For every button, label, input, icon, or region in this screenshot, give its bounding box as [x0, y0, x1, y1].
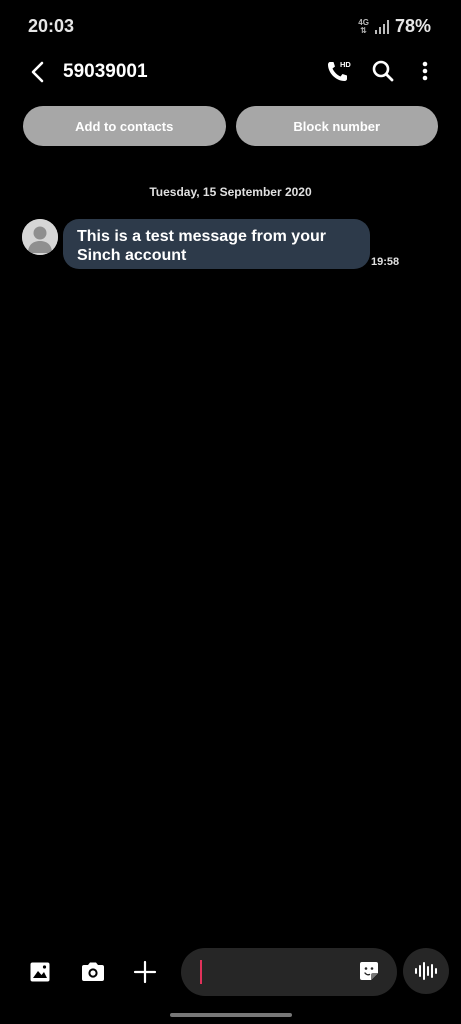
battery-level: 78%: [394, 16, 431, 36]
back-arrow-icon: [31, 61, 44, 83]
gallery-button[interactable]: [26, 958, 54, 986]
home-indicator[interactable]: [170, 1013, 292, 1017]
more-options-icon[interactable]: [414, 56, 436, 86]
sticker-icon[interactable]: [357, 959, 381, 983]
message-bubble[interactable]: This is a test message from your Sinch a…: [63, 219, 370, 269]
text-cursor: [200, 960, 202, 984]
camera-icon: [82, 962, 104, 981]
sender-avatar[interactable]: [22, 219, 58, 255]
image-icon: [30, 962, 50, 982]
person-icon: [22, 219, 58, 255]
message-row: This is a test message from your Sinch a…: [22, 219, 442, 271]
add-to-contacts-button[interactable]: Add to contacts: [23, 106, 226, 146]
network-type-icon: 4G ⇅: [358, 18, 369, 35]
composer: [0, 947, 461, 999]
app-bar: 59039001 HD: [0, 52, 461, 92]
message-input[interactable]: [181, 948, 397, 996]
back-button[interactable]: [24, 58, 52, 86]
camera-button[interactable]: [79, 958, 107, 986]
data-arrows-icon: ⇅: [360, 25, 367, 35]
contact-actions: Add to contacts Block number: [23, 106, 438, 146]
date-separator: Tuesday, 15 September 2020: [149, 185, 312, 199]
status-bar: 20:03 4G ⇅ 78%: [0, 0, 461, 52]
signal-icon: [374, 19, 389, 34]
message-time: 19:58: [371, 256, 400, 268]
attach-button[interactable]: [131, 958, 159, 986]
svg-text:HD: HD: [340, 60, 351, 69]
voice-record-button[interactable]: [403, 948, 449, 994]
contact-title: 59039001: [63, 61, 148, 82]
voice-wave-icon: [415, 962, 437, 980]
block-number-button[interactable]: Block number: [235, 106, 438, 146]
status-icons: 4G ⇅ 78%: [358, 16, 431, 37]
status-time: 20:03: [28, 16, 75, 36]
hd-call-icon[interactable]: HD: [324, 56, 354, 86]
plus-icon: [133, 960, 157, 984]
search-icon[interactable]: [368, 56, 398, 86]
